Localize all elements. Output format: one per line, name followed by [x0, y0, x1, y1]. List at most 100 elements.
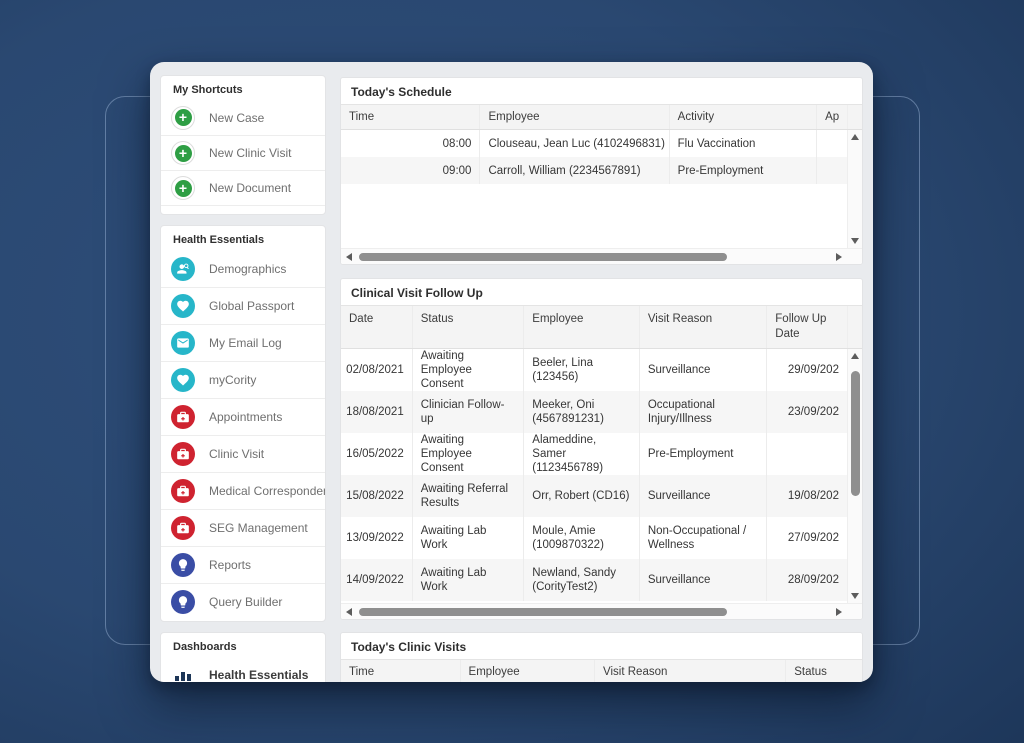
- sidebar-item-label: Appointments: [209, 410, 283, 424]
- shortcuts-title: My Shortcuts: [173, 84, 243, 96]
- sidebar-item-reports[interactable]: Reports: [161, 546, 325, 583]
- cell-date: 14/09/2022: [341, 559, 413, 601]
- heart-icon: [171, 294, 195, 318]
- scroll-left-icon[interactable]: [346, 607, 352, 616]
- table-row[interactable]: 13/09/2022 Awaiting Lab Work Moule, Amie…: [341, 517, 847, 559]
- person-search-icon: [171, 256, 195, 281]
- cell-visit-reason: Non-Occupational / Wellness: [640, 517, 768, 559]
- vertical-scrollbar[interactable]: [847, 130, 862, 248]
- sidebar-item-label: SEG Management: [209, 521, 308, 535]
- column-header-follow-up-date[interactable]: Follow Up Date: [767, 306, 847, 348]
- sidebar-item-medical-correspondence[interactable]: Medical Correspondence: [161, 472, 325, 509]
- sidebar-item-new-clinic-visit[interactable]: + New Clinic Visit: [161, 135, 325, 170]
- column-header-time[interactable]: Time: [341, 660, 461, 682]
- sidebar-item-label: myCority: [209, 373, 257, 387]
- sidebar-item-demographics[interactable]: Demographics: [161, 250, 325, 287]
- card-footer: [161, 205, 325, 214]
- scroll-down-icon[interactable]: [851, 238, 859, 244]
- table-row[interactable]: 02/08/2021 Awaiting Employee Consent Bee…: [341, 349, 847, 391]
- sidebar-item-query-builder[interactable]: Query Builder: [161, 583, 325, 620]
- sidebar-item-my-email-log[interactable]: My Email Log: [161, 324, 325, 361]
- column-header-visit-reason[interactable]: Visit Reason: [595, 660, 787, 682]
- cell-date: 02/08/2021: [341, 349, 413, 391]
- cell-status: Awaiting Referral Results: [413, 475, 525, 517]
- plus-circle-icon: +: [171, 105, 195, 130]
- cell-date: 13/09/2022: [341, 517, 413, 559]
- scroll-up-icon[interactable]: [851, 134, 859, 140]
- cell-visit-reason: Surveillance: [640, 349, 768, 391]
- cell-employee: Clouseau, Jean Luc (4102496831): [480, 130, 670, 157]
- scrollbar-corner: [846, 306, 862, 348]
- cell-visit-reason: Surveillance: [640, 475, 768, 517]
- column-header-activity[interactable]: Activity: [670, 105, 818, 129]
- sidebar-item-new-document[interactable]: + New Document: [161, 170, 325, 205]
- medical-bag-icon: [171, 479, 195, 503]
- scrollbar-thumb[interactable]: [359, 608, 727, 616]
- clinical-visit-follow-up-panel: Clinical Visit Follow Up Date Status Emp…: [340, 278, 863, 620]
- column-header-ap[interactable]: Ap: [817, 105, 847, 129]
- sidebar-item-label: My Email Log: [209, 336, 282, 350]
- column-header-status[interactable]: Status: [413, 306, 525, 348]
- cell-status: Clinician Follow-up: [413, 391, 525, 433]
- sidebar-item-label: Reports: [209, 558, 252, 572]
- scroll-down-icon[interactable]: [851, 593, 859, 599]
- vertical-scrollbar[interactable]: [847, 349, 862, 603]
- table-row[interactable]: 15/08/2022 Awaiting Referral Results Orr…: [341, 475, 847, 517]
- scroll-up-icon[interactable]: [851, 353, 859, 359]
- scroll-right-icon[interactable]: [836, 607, 842, 616]
- table-row[interactable]: 09:00 Carroll, William (2234567891) Pre-…: [341, 157, 847, 184]
- panel-title: Clinical Visit Follow Up: [351, 286, 483, 300]
- table-row[interactable]: 18/08/2021 Clinician Follow-up Meeker, O…: [341, 391, 847, 433]
- sidebar-item-new-case[interactable]: + New Case: [161, 100, 325, 135]
- panel-title: Today's Clinic Visits: [351, 640, 467, 654]
- cell-ap: [817, 157, 847, 184]
- cell-employee: Meeker, Oni (4567891231): [524, 391, 640, 433]
- sidebar-item-mycority[interactable]: myCority: [161, 361, 325, 398]
- table-row[interactable]: 08:00 Clouseau, Jean Luc (4102496831) Fl…: [341, 130, 847, 157]
- cell-employee: Orr, Robert (CD16): [524, 475, 640, 517]
- sidebar-item-clinic-visit[interactable]: Clinic Visit: [161, 435, 325, 472]
- column-header-employee[interactable]: Employee: [524, 306, 640, 348]
- cell-ap: [817, 130, 847, 157]
- column-header-time[interactable]: Time: [341, 105, 481, 129]
- column-header-employee[interactable]: Employee: [480, 105, 670, 129]
- cell-employee: Alameddine, Samer (1123456789): [524, 433, 640, 475]
- lightbulb-icon: [171, 553, 195, 577]
- scrollbar-thumb[interactable]: [851, 371, 860, 496]
- sidebar-item-label: Clinic Visit: [209, 447, 265, 461]
- table-header: Time Employee Activity Ap: [341, 104, 862, 130]
- table-row[interactable]: 16/05/2022 Awaiting Employee Consent Ala…: [341, 433, 847, 475]
- cell-time: 09:00: [341, 157, 481, 184]
- table-header: Date Status Employee Visit Reason Follow…: [341, 305, 862, 349]
- column-header-status[interactable]: Status: [786, 660, 862, 682]
- cell-status: Awaiting Lab Work: [413, 559, 525, 601]
- medical-bag-icon: [171, 516, 195, 540]
- sidebar-item-health-essentials-dashboard[interactable]: Health Essentials: [161, 657, 325, 682]
- cell-date: 15/08/2022: [341, 475, 413, 517]
- cell-activity: Pre-Employment: [670, 157, 818, 184]
- sidebar-item-appointments[interactable]: Appointments: [161, 398, 325, 435]
- app-window: My Shortcuts + New Case + New Clinic Vis…: [150, 62, 873, 682]
- sidebar-item-global-passport[interactable]: Global Passport: [161, 287, 325, 324]
- scrollbar-corner: [847, 105, 862, 129]
- cell-status: Awaiting Employee Consent: [413, 433, 525, 475]
- scrollbar-thumb[interactable]: [359, 253, 727, 261]
- sidebar-item-label: Health Essentials: [209, 667, 309, 682]
- cell-employee: Carroll, William (2234567891): [480, 157, 670, 184]
- sidebar-item-label: New Document: [209, 181, 292, 195]
- horizontal-scrollbar[interactable]: [341, 248, 862, 264]
- cell-follow-up-date: 28/09/202: [787, 574, 839, 586]
- table-header: Time Employee Visit Reason Status: [341, 659, 862, 682]
- scroll-left-icon[interactable]: [346, 252, 352, 261]
- table-row[interactable]: 14/09/2022 Awaiting Lab Work Newland, Sa…: [341, 559, 847, 601]
- column-header-employee[interactable]: Employee: [461, 660, 596, 682]
- envelope-icon: [171, 331, 195, 355]
- column-header-date[interactable]: Date: [341, 306, 413, 348]
- column-header-visit-reason[interactable]: Visit Reason: [640, 306, 768, 348]
- health-essentials-title: Health Essentials: [173, 234, 265, 246]
- sidebar-item-seg-management[interactable]: SEG Management: [161, 509, 325, 546]
- plus-circle-icon: +: [171, 176, 195, 200]
- horizontal-scrollbar[interactable]: [341, 603, 862, 619]
- cell-visit-reason: Pre-Employment: [640, 433, 768, 475]
- scroll-right-icon[interactable]: [836, 252, 842, 261]
